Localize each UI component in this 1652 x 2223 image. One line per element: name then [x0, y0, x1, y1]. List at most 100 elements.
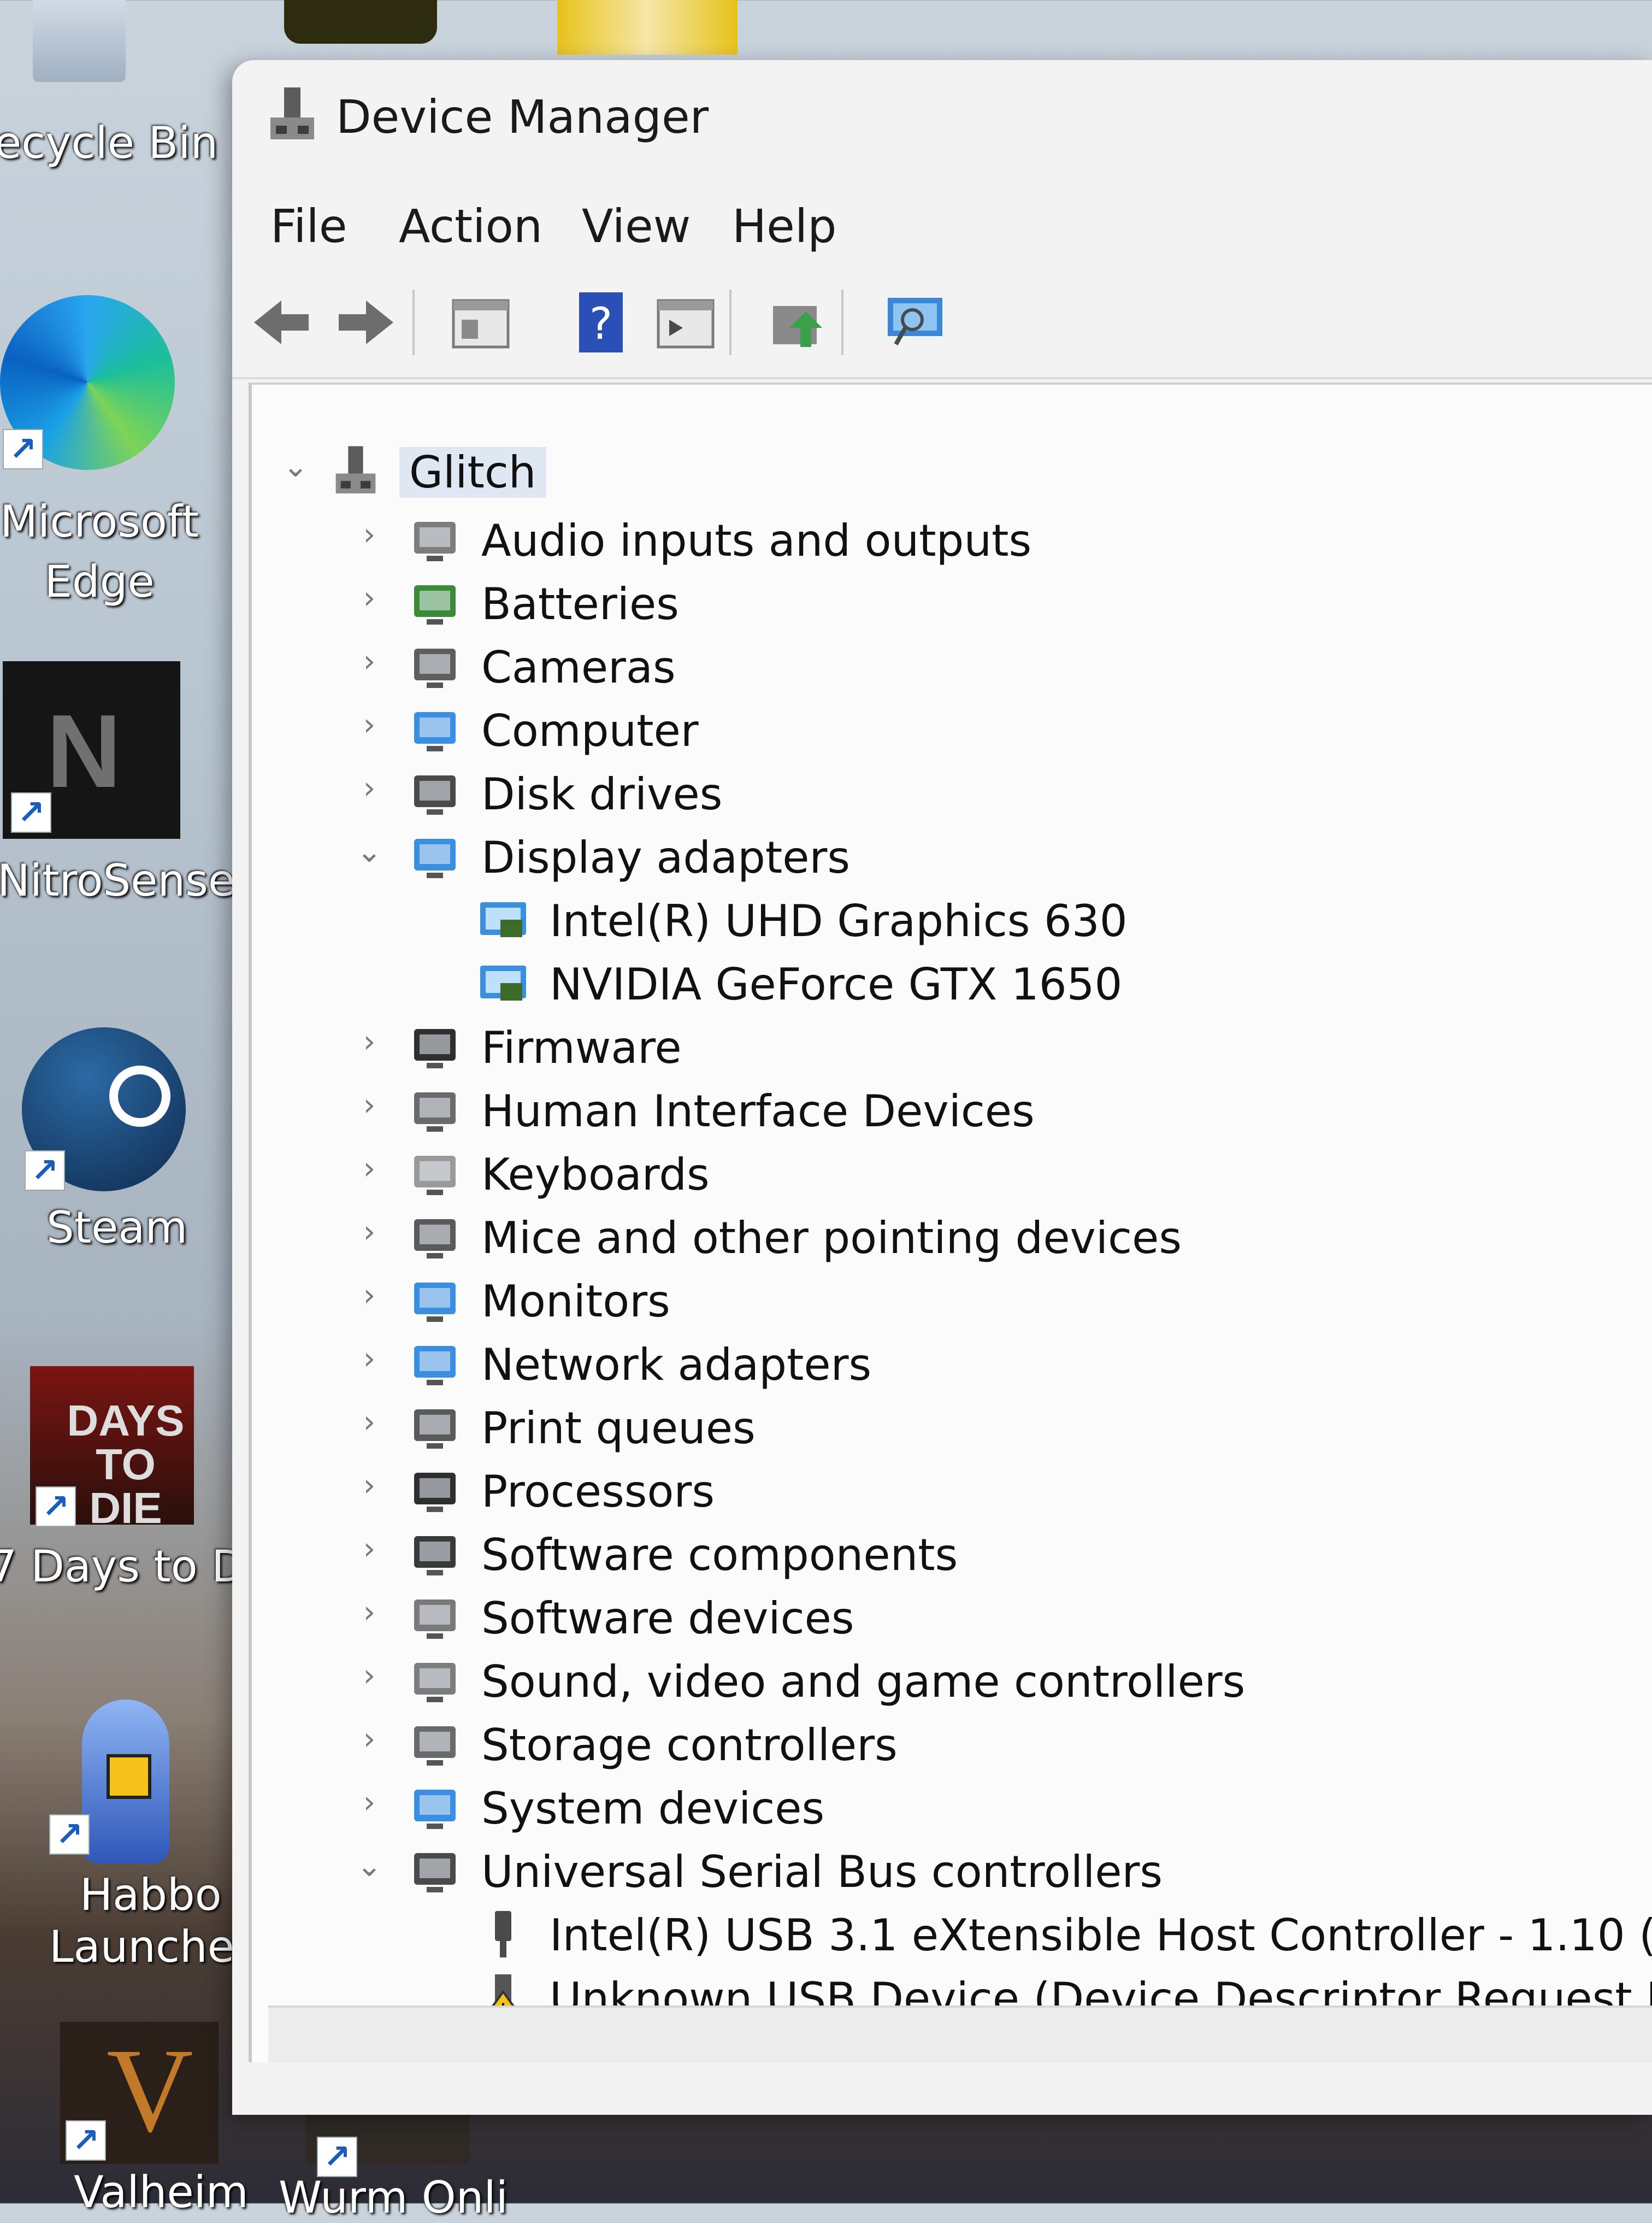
sound-icon — [408, 1653, 462, 1708]
desktop-icon-microsoft-edge[interactable]: ↗ Microsoft Edge — [0, 284, 229, 612]
properties-icon[interactable] — [448, 290, 514, 355]
desktop-icon-label: ecycle Bin — [0, 117, 219, 168]
forward-icon[interactable] — [333, 290, 399, 355]
display-adapter-icon — [476, 956, 530, 1010]
hid-icon — [408, 1083, 462, 1137]
chevron-right-icon[interactable]: › — [353, 1596, 386, 1629]
desktop-icon-label: Microsoft Edge — [0, 496, 199, 607]
camera-icon — [408, 639, 462, 693]
system-folder-icon — [408, 1780, 462, 1834]
tree-category-label: Display adapters — [481, 832, 851, 883]
toolbar-separator — [412, 290, 415, 355]
tree-device-label: Intel(R) UHD Graphics 630 — [550, 896, 1128, 946]
device-tree: ⌄ Glitch › Audio inputs and outputs › Batte… — [249, 383, 1652, 2062]
chevron-right-icon[interactable]: › — [353, 645, 386, 678]
tree-category-label: Batteries — [481, 579, 679, 630]
tree-category-label: Computer — [481, 705, 699, 756]
tree-category-label: Cameras — [481, 642, 676, 693]
chevron-down-icon[interactable]: ⌄ — [353, 1850, 386, 1883]
help-icon[interactable]: ? — [568, 290, 634, 355]
desktop-icon-label: Wurm Onli — [279, 2172, 508, 2223]
chevron-right-icon[interactable]: › — [353, 1469, 386, 1502]
horizontal-scrollbar[interactable] — [268, 2006, 1652, 2062]
tree-category-label: Audio inputs and outputs — [481, 515, 1032, 566]
printer-icon — [408, 1399, 462, 1454]
battery-icon — [408, 575, 462, 630]
menu-file[interactable]: File — [270, 199, 347, 253]
chevron-right-icon[interactable]: › — [353, 582, 386, 615]
title-bar[interactable]: Device Manager — [232, 60, 1652, 169]
chevron-right-icon[interactable]: › — [353, 1089, 386, 1122]
chevron-down-icon[interactable]: ⌄ — [353, 836, 386, 868]
tree-category-label: Universal Serial Bus controllers — [481, 1846, 1163, 1897]
chevron-right-icon[interactable]: › — [353, 1786, 386, 1819]
tree-category-label: Sound, video and game controllers — [481, 1656, 1246, 1707]
tree-category-label: Monitors — [481, 1276, 670, 1327]
disk-drive-icon — [408, 766, 462, 820]
chevron-right-icon[interactable]: › — [353, 1723, 386, 1756]
scan-hardware-icon[interactable] — [882, 290, 948, 355]
display-adapter-icon — [476, 892, 530, 947]
chevron-right-icon[interactable]: › — [353, 1406, 386, 1439]
mouse-icon — [408, 1209, 462, 1264]
back-icon[interactable] — [249, 290, 314, 355]
desktop-icon-label: Habbo Launcher — [49, 1869, 252, 1972]
device-manager-app-icon — [268, 85, 317, 145]
shortcut-arrow-icon: ↗ — [3, 429, 43, 469]
show-hidden-icon[interactable] — [653, 290, 718, 355]
desktop-icon-valheim[interactable]: V ↗ Valheim — [0, 2022, 249, 2218]
display-adapter-icon — [408, 829, 462, 884]
tree-category-label: Keyboards — [481, 1149, 710, 1200]
menu-view[interactable]: View — [582, 199, 691, 253]
tree-category-label: Human Interface Devices — [481, 1086, 1035, 1137]
chevron-right-icon[interactable]: › — [353, 709, 386, 742]
toolbar: ? — [232, 268, 1652, 379]
chevron-right-icon[interactable]: › — [353, 1279, 386, 1312]
chevron-right-icon[interactable]: › — [353, 1660, 386, 1692]
shortcut-arrow-icon: ↗ — [11, 792, 51, 833]
menu-action[interactable]: Action — [399, 199, 542, 253]
desktop-icon-nitrosense[interactable]: N ↗ NitroSense — [0, 661, 235, 924]
shortcut-arrow-icon: ↗ — [36, 1486, 76, 1527]
software-device-icon — [408, 1590, 462, 1644]
network-icon — [408, 1336, 462, 1391]
shortcut-arrow-icon: ↗ — [25, 1150, 65, 1191]
toolbar-separator — [729, 290, 731, 355]
chevron-right-icon[interactable]: › — [353, 1026, 386, 1058]
tree-category-label: System devices — [481, 1783, 825, 1834]
chevron-right-icon[interactable]: › — [353, 1152, 386, 1185]
chevron-right-icon[interactable]: › — [353, 772, 386, 805]
processor-icon — [408, 1463, 462, 1518]
desktop-icon-label: Valheim — [74, 2167, 249, 2218]
recycle-bin-icon — [33, 0, 126, 82]
tree-category-label: Software devices — [481, 1593, 854, 1644]
update-driver-icon[interactable] — [765, 290, 830, 355]
game-icon[interactable] — [284, 0, 437, 44]
computer-root-icon — [328, 444, 383, 498]
usb-icon — [408, 1843, 462, 1898]
svg-text:?: ? — [589, 298, 612, 349]
chevron-down-icon[interactable]: ⌄ — [279, 450, 312, 483]
game-icon[interactable] — [557, 0, 738, 55]
device-manager-window: Device Manager File Action View Help ? ⌄… — [232, 60, 1652, 2115]
chevron-right-icon[interactable]: › — [353, 519, 386, 551]
computer-icon — [408, 702, 462, 757]
monitor-icon — [408, 1273, 462, 1327]
menu-help[interactable]: Help — [732, 199, 837, 253]
software-component-icon — [408, 1526, 462, 1581]
chevron-right-icon[interactable]: › — [353, 1216, 386, 1249]
tree-category-label: Disk drives — [481, 769, 723, 820]
tree-root-label: Glitch — [399, 447, 546, 498]
tree-category-label: Software components — [481, 1530, 958, 1580]
chevron-right-icon[interactable]: › — [353, 1533, 386, 1566]
usb-device-icon — [476, 1907, 530, 1961]
desktop-icon-label: NitroSense — [0, 855, 235, 906]
desktop-icon-7-days-to-die[interactable]: DAYS TO DIE ↗ 7 Days to Die — [0, 1366, 284, 1607]
chevron-right-icon[interactable]: › — [353, 1343, 386, 1375]
toolbar-separator — [841, 290, 843, 355]
desktop-icon-recycle-bin[interactable]: ecycle Bin — [0, 0, 229, 180]
desktop-icon-steam[interactable]: ↗ Steam — [0, 1027, 229, 1268]
habbo-rocket-icon — [82, 1699, 169, 1863]
tree-category-label: Network adapters — [481, 1339, 872, 1390]
desktop-icon-habbo-launcher[interactable]: ↗ Habbo Launcher — [0, 1694, 252, 1978]
